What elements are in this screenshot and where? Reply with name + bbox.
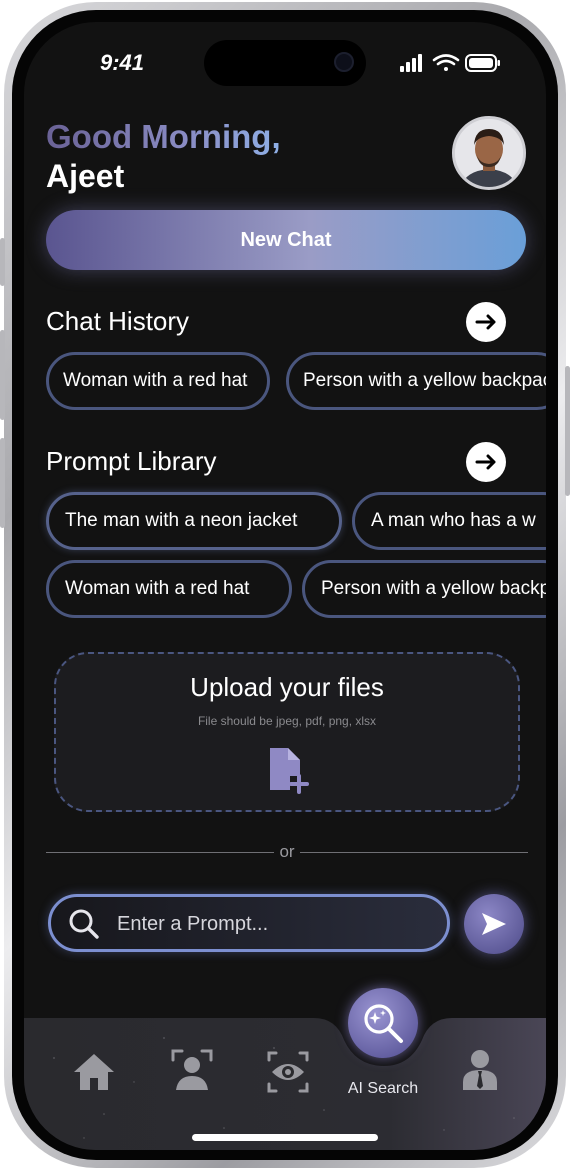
upload-title: Upload your files [190,672,384,702]
home-indicator [192,1134,378,1141]
status-icons [400,54,500,72]
divider-line [300,852,528,853]
send-button[interactable] [464,894,524,954]
arrow-right-icon [475,314,496,330]
chat-history-title: Chat History [46,306,190,336]
arrow-right-icon [475,454,496,470]
wifi-icon [432,54,460,71]
divider-line [46,852,274,853]
greeting-text: Good Morning, [46,118,281,155]
side-button-volume-up [0,330,5,420]
avatar-image [455,119,523,187]
search-icon [69,909,99,939]
side-button-volume-down [0,438,5,528]
home-icon[interactable] [72,1050,116,1094]
prompt-library-chip[interactable]: Person with a yellow backpack [302,560,546,618]
new-chat-button[interactable]: New Chat [46,210,526,270]
status-time: 9:41 [100,50,145,75]
side-button-power [565,366,570,496]
face-scan-icon[interactable] [170,1048,214,1092]
avatar[interactable] [452,116,526,190]
file-add-icon [270,748,309,794]
chat-history-arrow-button[interactable] [466,302,506,342]
screen: 9:41 Good Morning, Ajeet New Chat Chat H… [24,22,546,1150]
send-icon [482,913,506,935]
or-divider-text: or [279,842,295,861]
username-text: Ajeet [46,158,125,194]
front-camera [334,52,354,72]
prompt-library-chip[interactable]: A man who has a w [352,492,546,550]
side-button-mute [0,238,5,286]
eye-icon[interactable] [266,1050,310,1094]
battery-icon [465,54,500,72]
profile-icon[interactable] [458,1048,502,1092]
prompt-placeholder: Enter a Prompt... [117,913,269,935]
upload-dropzone[interactable]: Upload your files File should be jpeg, p… [54,652,520,812]
prompt-library-title: Prompt Library [46,446,217,476]
ai-search-label: AI Search [347,1080,419,1097]
prompt-input[interactable]: Enter a Prompt... [48,894,450,952]
chat-history-chip[interactable]: Woman with a red hat [46,352,270,410]
prompt-library-arrow-button[interactable] [466,442,506,482]
ai-search-icon [364,1004,403,1043]
ai-search-button[interactable] [348,988,418,1058]
signal-icon [400,54,422,72]
prompt-library-chip[interactable]: Woman with a red hat [46,560,292,618]
prompt-library-chip[interactable]: The man with a neon jacket [46,492,342,550]
upload-subtitle: File should be jpeg, pdf, png, xlsx [197,714,377,728]
chat-history-chip[interactable]: Person with a yellow backpack [286,352,546,410]
